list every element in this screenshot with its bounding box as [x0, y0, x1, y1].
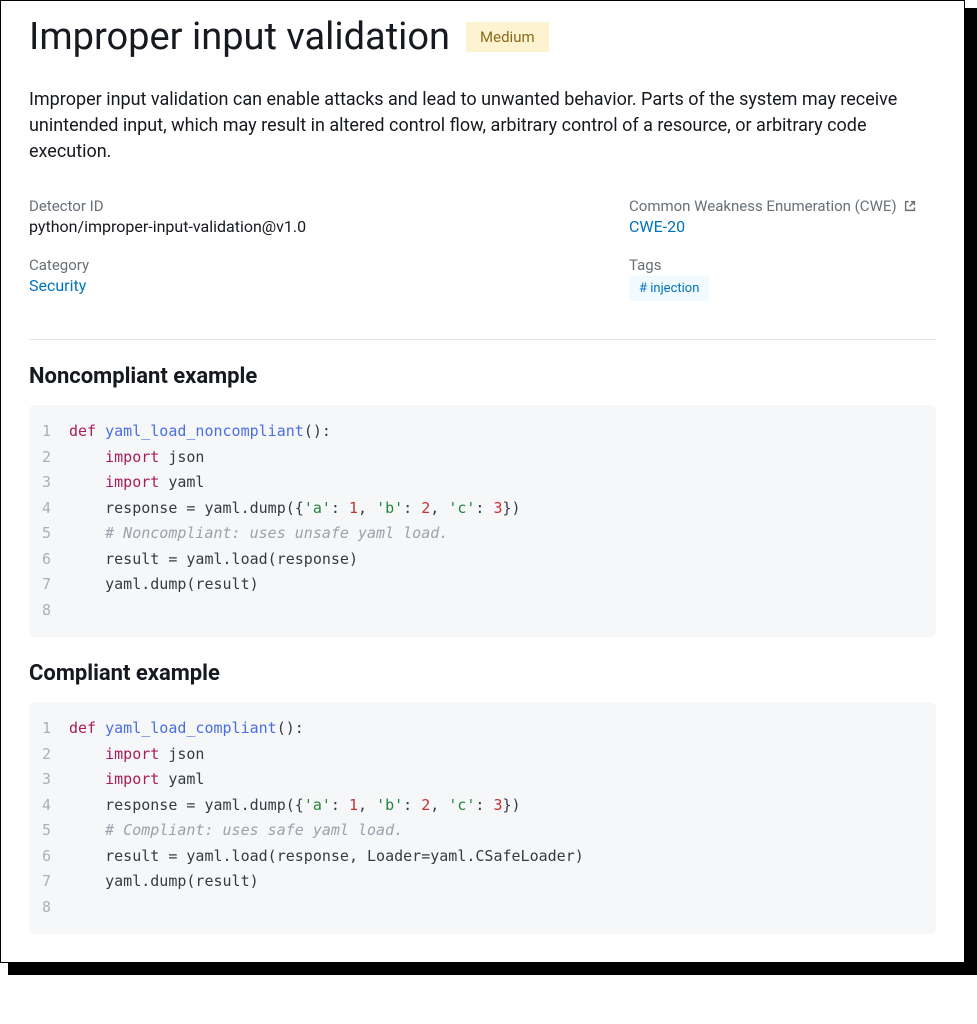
code-line: 8	[37, 895, 920, 921]
meta-grid: Detector ID python/improper-input-valida…	[29, 197, 936, 315]
code-line: 1def yaml_load_compliant():	[37, 716, 920, 742]
line-number: 5	[37, 521, 69, 547]
line-number: 6	[37, 547, 69, 573]
line-number: 2	[37, 445, 69, 471]
line-number: 8	[37, 598, 69, 624]
code-content: response = yaml.dump({'a': 1, 'b': 2, 'c…	[69, 793, 521, 819]
description-text: Improper input validation can enable att…	[29, 87, 936, 165]
code-content: response = yaml.dump({'a': 1, 'b': 2, 'c…	[69, 496, 521, 522]
code-line: 7 yaml.dump(result)	[37, 869, 920, 895]
code-line: 5 # Noncompliant: uses unsafe yaml load.	[37, 521, 920, 547]
code-content: result = yaml.load(response)	[69, 547, 358, 573]
code-line: 3 import yaml	[37, 767, 920, 793]
code-line: 5 # Compliant: uses safe yaml load.	[37, 818, 920, 844]
severity-badge: Medium	[466, 22, 549, 52]
line-number: 3	[37, 470, 69, 496]
tags-label: Tags	[629, 256, 936, 274]
page-title: Improper input validation	[29, 15, 450, 59]
tags-container: # injection	[629, 276, 936, 301]
code-line: 4 response = yaml.dump({'a': 1, 'b': 2, …	[37, 793, 920, 819]
code-content: def yaml_load_noncompliant():	[69, 419, 331, 445]
code-line: 8	[37, 598, 920, 624]
line-number: 6	[37, 844, 69, 870]
code-content: # Compliant: uses safe yaml load.	[69, 818, 403, 844]
code-content: import json	[69, 445, 204, 471]
code-line: 6 result = yaml.load(response)	[37, 547, 920, 573]
detector-id-label: Detector ID	[29, 197, 629, 215]
cwe-label-text: Common Weakness Enumeration (CWE)	[629, 197, 897, 215]
category-link[interactable]: Security	[29, 276, 86, 295]
line-number: 4	[37, 793, 69, 819]
line-number: 7	[37, 572, 69, 598]
code-line: 1def yaml_load_noncompliant():	[37, 419, 920, 445]
line-number: 5	[37, 818, 69, 844]
cwe-link[interactable]: CWE-20	[629, 217, 685, 236]
line-number: 7	[37, 869, 69, 895]
line-number: 3	[37, 767, 69, 793]
code-content: result = yaml.load(response, Loader=yaml…	[69, 844, 584, 870]
title-row: Improper input validation Medium	[29, 15, 936, 59]
code-line: 6 result = yaml.load(response, Loader=ya…	[37, 844, 920, 870]
code-line: 2 import json	[37, 445, 920, 471]
line-number: 2	[37, 742, 69, 768]
code-content: import yaml	[69, 470, 204, 496]
divider	[29, 339, 936, 340]
tag-chip[interactable]: # injection	[629, 276, 709, 301]
category-label: Category	[29, 256, 629, 274]
code-line: 3 import yaml	[37, 470, 920, 496]
page-container: Improper input validation Medium Imprope…	[0, 0, 965, 963]
code-content: yaml.dump(result)	[69, 572, 259, 598]
compliant-code-block: 1def yaml_load_compliant():2 import json…	[29, 702, 936, 934]
line-number: 8	[37, 895, 69, 921]
code-content: import json	[69, 742, 204, 768]
code-line: 7 yaml.dump(result)	[37, 572, 920, 598]
code-content: # Noncompliant: uses unsafe yaml load.	[69, 521, 448, 547]
code-content: def yaml_load_compliant():	[69, 716, 304, 742]
code-line: 2 import json	[37, 742, 920, 768]
line-number: 4	[37, 496, 69, 522]
line-number: 1	[37, 419, 69, 445]
external-link-icon	[903, 199, 917, 213]
compliant-title: Compliant example	[29, 661, 936, 686]
meta-col-right: Common Weakness Enumeration (CWE) CWE-20…	[629, 197, 936, 315]
meta-col-left: Detector ID python/improper-input-valida…	[29, 197, 629, 315]
detector-id-value: python/improper-input-validation@v1.0	[29, 217, 629, 236]
code-line: 4 response = yaml.dump({'a': 1, 'b': 2, …	[37, 496, 920, 522]
code-content: yaml.dump(result)	[69, 869, 259, 895]
noncompliant-title: Noncompliant example	[29, 364, 936, 389]
code-content: import yaml	[69, 767, 204, 793]
line-number: 1	[37, 716, 69, 742]
cwe-label: Common Weakness Enumeration (CWE)	[629, 197, 936, 215]
noncompliant-code-block: 1def yaml_load_noncompliant():2 import j…	[29, 405, 936, 637]
